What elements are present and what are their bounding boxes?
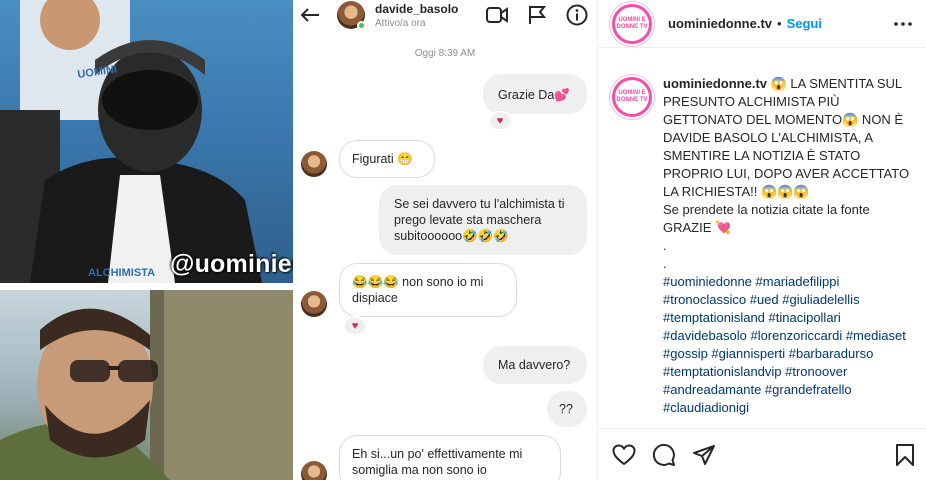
photo-masked-man: ALCHIMISTA UOMINI — [0, 0, 293, 283]
instagram-post-view: ALCHIMISTA UOMINI @uominiedonne.tv david… — [0, 0, 926, 480]
dm-message-sent: ?? — [547, 391, 587, 427]
follow-button[interactable]: Segui — [787, 16, 822, 31]
share-icon[interactable] — [692, 443, 716, 467]
dm-timestamp: Oggi 8:39 AM — [414, 48, 476, 59]
dm-message-received: 😂😂😂 non sono io mi dispiace — [339, 263, 517, 317]
heart-reaction: ♥ — [343, 316, 367, 336]
comment-icon[interactable] — [652, 443, 676, 467]
heart-reaction: ♥ — [488, 111, 512, 131]
info-icon — [557, 3, 597, 27]
avatar-logo: UOMINI E DONNE TV — [615, 6, 649, 41]
sender-avatar — [301, 461, 327, 480]
back-arrow-icon — [299, 4, 321, 26]
dm-message-received: Figurati 😁 — [339, 140, 435, 178]
dm-message-sent: Grazie Da💕 — [483, 74, 587, 114]
sender-avatar — [301, 151, 327, 177]
caption-dot: . — [663, 256, 667, 271]
shirt-text-bottom: ALCHIMISTA — [88, 267, 155, 279]
dm-message-sent: Ma davvero? — [483, 346, 587, 384]
caption-dot: . — [663, 238, 667, 253]
caption-line2: Se prendete la notizia citate la fonte G… — [663, 202, 870, 235]
post-image[interactable]: ALCHIMISTA UOMINI @uominiedonne.tv david… — [0, 0, 597, 480]
dm-header: davide_basolo Attivo/a ora — [293, 0, 597, 30]
post-header: UOMINI E DONNE TV uominiedonne.tv • Segu… — [598, 0, 926, 48]
masked-man-illustration: ALCHIMISTA UOMINI — [0, 0, 262, 283]
dm-status: Attivo/a ora — [375, 17, 426, 29]
sender-avatar — [301, 291, 327, 317]
dm-avatar — [337, 1, 366, 30]
caption-block: UOMINI E DONNE TV uominiedonne.tv 😱 LA S… — [610, 75, 915, 417]
post-side-panel: UOMINI E DONNE TV uominiedonne.tv • Segu… — [597, 0, 926, 480]
caption-text: 😱 LA SMENTITA SUL PRESUNTO ALCHIMISTA PI… — [663, 76, 910, 199]
dm-username: davide_basolo — [375, 1, 459, 16]
flag-icon — [517, 3, 557, 27]
post-username[interactable]: uominiedonne.tv — [668, 16, 772, 31]
dm-message-sent: Se sei davvero tu l'alchimista ti prego … — [379, 185, 587, 255]
avatar-logo: UOMINI E DONNE TV — [615, 80, 649, 114]
online-status-dot — [357, 21, 366, 30]
caption-avatar[interactable]: UOMINI E DONNE TV — [610, 75, 654, 119]
caption-hashtags[interactable]: #uominiedonne #mariadefilippi #tronoclas… — [663, 273, 911, 417]
header-separator: • — [777, 16, 782, 31]
more-options-icon[interactable] — [892, 21, 914, 26]
dm-message-received: Eh si...un po' effettivamente mi somigli… — [339, 435, 561, 480]
dm-screenshot: davide_basolo Attivo/a ora Oggi 8:39 AM — [293, 0, 597, 480]
caption-username[interactable]: uominiedonne.tv — [663, 76, 767, 91]
profile-avatar[interactable]: UOMINI E DONNE TV — [610, 1, 654, 46]
photo-man-glasses — [0, 290, 293, 480]
man-with-glasses-illustration — [0, 290, 293, 480]
bookmark-icon[interactable] — [893, 443, 917, 467]
post-actions — [598, 428, 926, 480]
post-caption: uominiedonne.tv 😱 LA SMENTITA SUL PRESUN… — [663, 75, 911, 417]
video-call-icon — [477, 3, 517, 27]
heart-icon[interactable] — [612, 443, 636, 467]
